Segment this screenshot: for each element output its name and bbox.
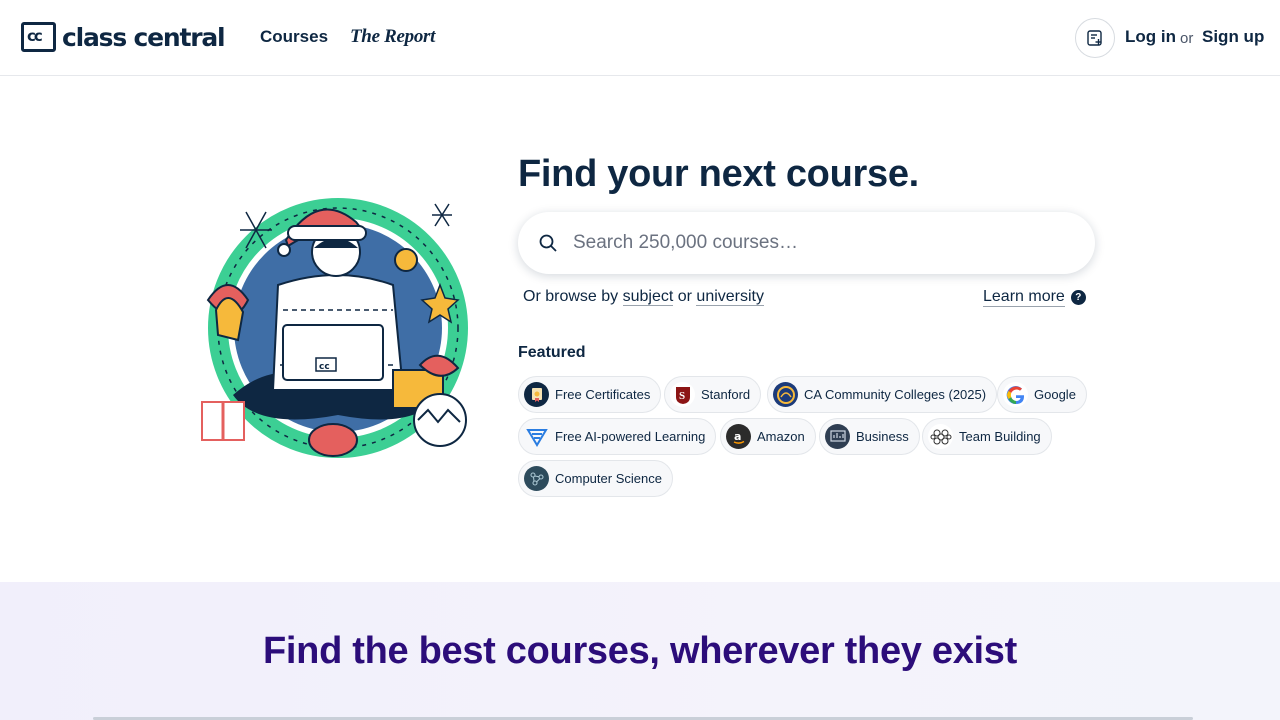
featured-chip-ca-community-colleges[interactable]: CA Community Colleges (2025) [767, 376, 998, 413]
featured-chip-business[interactable]: Business [819, 418, 920, 455]
learn-more-link[interactable]: Learn more ? [983, 288, 1086, 307]
browse-text: Or browse by subject or university [523, 288, 764, 306]
signup-link[interactable]: Sign up [1202, 27, 1264, 47]
featured-chip-stanford[interactable]: S Stanford [664, 376, 762, 413]
svg-text:a: a [734, 430, 741, 443]
stanford-logo-icon: S [670, 382, 695, 407]
list-add-icon [1087, 30, 1102, 46]
computer-science-icon [524, 466, 549, 491]
list-add-button[interactable] [1075, 18, 1115, 58]
ca-colleges-logo-icon [773, 382, 798, 407]
svg-text:S: S [679, 390, 685, 402]
browse-subject-link[interactable]: subject [622, 288, 674, 306]
best-courses-section: Find the best courses, wherever they exi… [0, 582, 1280, 720]
featured-chip-google[interactable]: Google [997, 376, 1087, 413]
browse-university-link[interactable]: university [696, 288, 764, 306]
svg-text:cc: cc [319, 362, 330, 372]
featured-chip-free-ai-learning[interactable]: Free AI-powered Learning [518, 418, 717, 455]
help-icon: ? [1070, 290, 1086, 305]
google-logo-icon [1003, 382, 1028, 407]
nav-report-link[interactable]: The Report [350, 26, 435, 48]
best-courses-title: Find the best courses, wherever they exi… [262, 630, 1017, 672]
featured-chip-team-building[interactable]: Team Building [922, 418, 1052, 455]
amazon-logo-icon: a [726, 424, 751, 449]
logo-text: class central [62, 22, 226, 52]
featured-chip-computer-science[interactable]: Computer Science [518, 460, 673, 497]
course-search-box [518, 212, 1095, 274]
featured-label: Featured [518, 344, 586, 361]
nav-courses-link[interactable]: Courses [260, 27, 328, 47]
or-text: or [1180, 30, 1194, 47]
class-central-logo[interactable]: cc class central [21, 22, 226, 52]
search-input[interactable] [573, 227, 1073, 259]
hero-title: Find your next course. [518, 153, 919, 195]
certificate-icon [524, 382, 549, 407]
cc-logo-icon: cc [21, 22, 56, 52]
business-icon [825, 424, 850, 449]
featured-chip-free-certificates[interactable]: Free Certificates [518, 376, 662, 413]
login-link[interactable]: Log in [1125, 27, 1176, 47]
featured-chip-amazon[interactable]: a Amazon [720, 418, 816, 455]
search-icon[interactable] [538, 233, 558, 253]
site-header: cc class central Courses The Report Log … [0, 0, 1280, 76]
holiday-illustration: cc [201, 198, 468, 458]
team-building-icon [928, 424, 953, 449]
ai-learning-icon [524, 424, 549, 449]
